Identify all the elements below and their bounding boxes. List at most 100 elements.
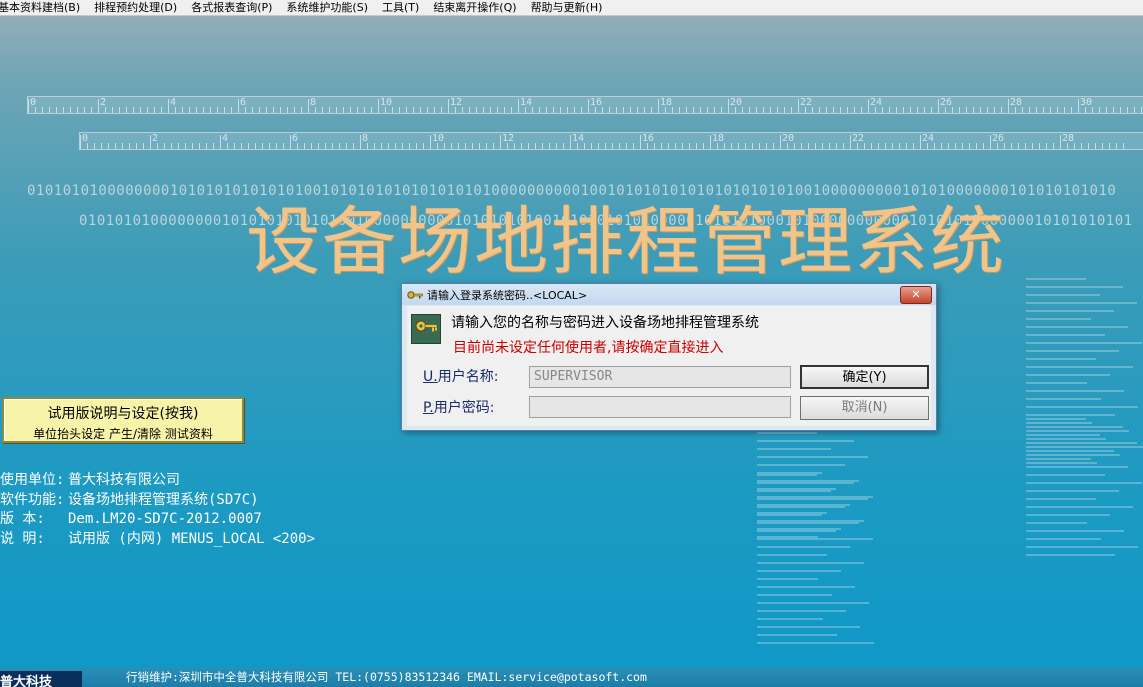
ruler-tick-label: 28 (1010, 97, 1023, 108)
ruler-tick (735, 107, 736, 113)
ruler-tick (427, 107, 428, 113)
menu-reports[interactable]: 各式报表查询(P) (184, 1, 279, 15)
ruler-tick (325, 143, 326, 149)
dialog-title: 请输入登录系统密码..<LOCAL> (427, 288, 588, 302)
ruler-tick (385, 107, 386, 113)
key-icon (407, 290, 423, 299)
ruler-tick-label: 14 (520, 97, 533, 108)
ruler-tick (773, 143, 774, 149)
faint-text-line (1026, 454, 1120, 456)
faint-text-line (1026, 342, 1142, 344)
ruler-tick (318, 143, 319, 149)
confirm-button[interactable]: 确定(Y) (800, 365, 929, 389)
ruler-tick-label: 24 (870, 97, 883, 108)
ruler-tick-label: 16 (590, 97, 603, 108)
ruler-tick (504, 107, 505, 113)
ruler-tick (934, 143, 935, 149)
software-info: 使用单位: 普大科技有限公司 软件功能: 设备场地排程管理系统(SD7C) 版 本:… (0, 471, 315, 549)
ruler-tick (42, 107, 43, 113)
ruler-tick (493, 143, 494, 149)
ruler-tick (983, 143, 984, 149)
ruler-tick (871, 143, 872, 149)
ruler-tick (381, 143, 382, 149)
ruler-tick (266, 107, 267, 113)
ruler-tick (105, 107, 106, 113)
cancel-button[interactable]: 取消(N) (800, 396, 929, 420)
ruler-tick (112, 107, 113, 113)
ruler-tick (948, 143, 949, 149)
faint-text-line (757, 490, 831, 492)
faint-text-line (757, 610, 846, 612)
ruler-tick (364, 107, 365, 113)
ruler-tick (357, 107, 358, 113)
ruler-tick (409, 143, 410, 149)
ruler-tick (486, 143, 487, 149)
dialog-titlebar[interactable]: 请输入登录系统密码..<LOCAL> ✕ (402, 284, 936, 305)
ruler-tick (171, 143, 172, 149)
ruler-tick (192, 143, 193, 149)
ruler-tick (1018, 143, 1019, 149)
ruler-tick (406, 107, 407, 113)
ruler-tick (378, 99, 379, 113)
menu-exit[interactable]: 结束离开操作(Q) (426, 1, 523, 15)
ruler-tick (1050, 107, 1051, 113)
ruler-tick (787, 143, 788, 149)
ruler-tick (535, 143, 536, 149)
ruler-tick (1109, 143, 1110, 149)
ruler-tick-label: 12 (502, 133, 515, 144)
ruler-tick (1141, 107, 1142, 113)
menu-system-maintenance[interactable]: 系统维护功能(S) (279, 1, 375, 15)
ruler-tick (126, 107, 127, 113)
ruler-tick (301, 107, 302, 113)
faint-text-line (1026, 326, 1128, 328)
ruler-tick (1120, 107, 1121, 113)
ruler-tick (780, 135, 781, 149)
faint-text-line (1026, 358, 1096, 360)
faint-text-line (757, 474, 817, 476)
faint-text-line (757, 586, 855, 588)
ruler-tick (329, 107, 330, 113)
ruler-tick (945, 107, 946, 113)
ruler-tick (924, 107, 925, 113)
faint-text-line (757, 546, 850, 548)
ruler-tick (227, 143, 228, 149)
ruler-tick (154, 107, 155, 113)
ruler-tick (220, 135, 221, 149)
menu-basic-data[interactable]: 基本资料建档(B) (0, 1, 87, 15)
ruler-tick (353, 143, 354, 149)
ruler-tick (336, 107, 337, 113)
username-field[interactable]: SUPERVISOR (529, 366, 791, 388)
ruler-tick (84, 107, 85, 113)
ruler-tick (455, 107, 456, 113)
faint-text-line (1026, 302, 1137, 304)
ruler-tick (668, 143, 669, 149)
ruler-tick (231, 107, 232, 113)
ruler-tick (878, 143, 879, 149)
faint-text-line (757, 626, 860, 628)
ruler-tick (563, 143, 564, 149)
ruler-tick (1067, 143, 1068, 149)
menu-scheduling[interactable]: 排程预约处理(D) (87, 1, 184, 15)
close-button[interactable]: ✕ (900, 286, 932, 304)
faint-text-line (757, 440, 854, 442)
ruler-tick (1088, 143, 1089, 149)
trial-info-button[interactable]: 试用版说明与设定(按我) 单位抬头设定 产生/清除 测试资料 (2, 397, 244, 443)
menu-help[interactable]: 帮助与更新(H) (524, 1, 610, 15)
dialog-body: 请输入您的名称与密码进入设备场地排程管理系统 目前尚未设定任何使用者,请按确定直… (407, 306, 931, 426)
menu-tools[interactable]: 工具(T) (375, 1, 426, 15)
ruler-tick (910, 107, 911, 113)
faint-text-line (757, 456, 868, 458)
ruler-tick (938, 99, 939, 113)
ruler-tick (339, 143, 340, 149)
ruler-tick (280, 107, 281, 113)
ruler-tick (367, 143, 368, 149)
ruler-tick (689, 143, 690, 149)
password-field[interactable] (529, 396, 791, 418)
ruler-tick (532, 107, 533, 113)
faint-text-line (757, 522, 859, 524)
ruler-tick (549, 143, 550, 149)
ruler-tick (98, 99, 99, 113)
ruler-tick (518, 99, 519, 113)
ruler-tick (952, 107, 953, 113)
ruler-tick (507, 143, 508, 149)
